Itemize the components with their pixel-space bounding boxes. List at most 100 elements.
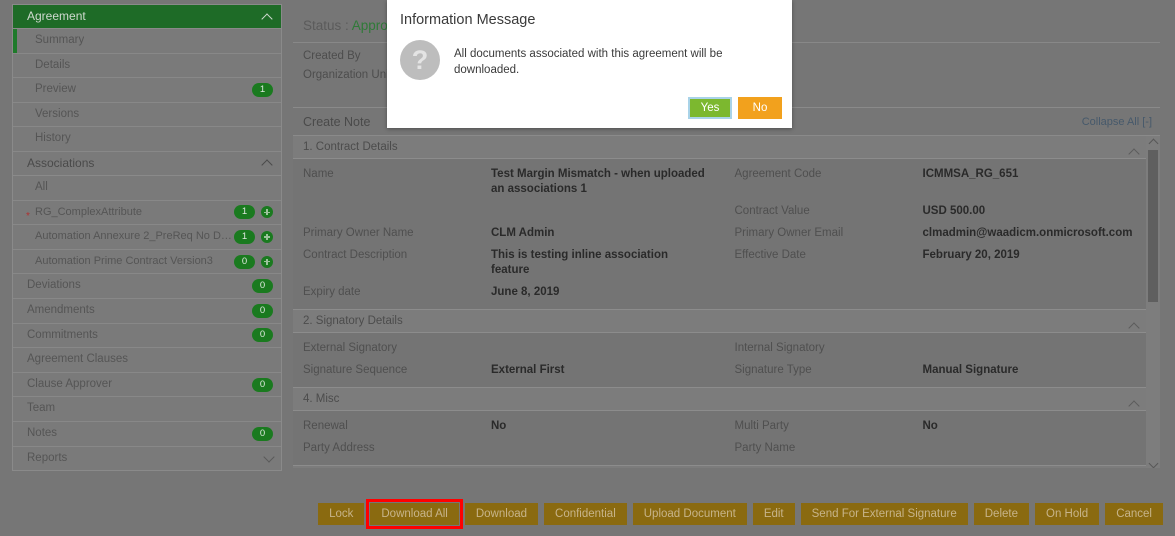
sidebar-item-rg-complexattribute[interactable]: * RG_ComplexAttribute 1 xyxy=(13,201,281,226)
collapse-all-link[interactable]: Collapse All [-] xyxy=(1082,116,1152,128)
yes-button[interactable]: Yes xyxy=(688,97,732,119)
sidebar-item-reports[interactable]: Reports xyxy=(13,447,281,471)
field-label xyxy=(735,285,923,300)
vertical-scrollbar[interactable] xyxy=(1146,136,1160,468)
sidebar-item-commitments[interactable]: Commitments 0 xyxy=(13,324,281,349)
download-button-wrap: Download xyxy=(465,503,538,525)
field-row: Renewal No Multi Party No xyxy=(293,415,1160,437)
question-mark-icon: ? xyxy=(400,40,440,80)
sidebar-item-automation-annexure-2[interactable]: Automation Annexure 2_PreReq No Doc Asse… xyxy=(13,225,281,250)
sidebar-item-details[interactable]: Details xyxy=(13,54,281,79)
chevron-down-icon xyxy=(263,452,274,463)
sidebar-item-label: Preview xyxy=(35,78,76,102)
section-body-misc: Renewal No Multi Party No Party Address … xyxy=(293,411,1160,466)
chevron-up-icon xyxy=(261,13,272,24)
field-row: Contract Value USD 500.00 xyxy=(293,200,1160,222)
add-association-icon[interactable] xyxy=(261,231,273,243)
dialog-title: Information Message xyxy=(387,0,792,28)
section-header-misc[interactable]: 4. Misc xyxy=(293,388,1160,411)
confidential-button[interactable]: Confidential xyxy=(544,503,627,525)
field-label: Internal Signatory xyxy=(735,341,923,356)
dialog-actions: Yes No xyxy=(688,97,782,119)
sidebar-item-agreement-clauses[interactable]: Agreement Clauses xyxy=(13,348,281,373)
field-label: Agreement Code xyxy=(735,167,923,197)
sidebar-item-history[interactable]: History xyxy=(13,127,281,152)
upload-document-button[interactable]: Upload Document xyxy=(633,503,747,525)
field-label: Primary Owner Email xyxy=(735,226,923,241)
field-value: USD 500.00 xyxy=(923,204,986,219)
chevron-up-icon xyxy=(1128,148,1139,159)
dialog-message: All documents associated with this agree… xyxy=(440,40,778,78)
on-hold-button[interactable]: On Hold xyxy=(1035,503,1099,525)
send-for-external-signature-button[interactable]: Send For External Signature xyxy=(801,503,968,525)
sidebar-badge-count: 0 xyxy=(252,378,273,392)
section-title: 4. Misc xyxy=(303,393,339,405)
upload-document-button-wrap: Upload Document xyxy=(633,503,747,525)
sidebar-group-agreement[interactable]: Agreement xyxy=(13,5,281,29)
sidebar-navigation: Agreement Summary Details Preview 1 Vers… xyxy=(12,4,282,471)
field-primary-owner-name: Primary Owner Name CLM Admin xyxy=(293,222,727,244)
field-multi-party: Multi Party No xyxy=(727,415,1161,437)
sidebar-item-versions[interactable]: Versions xyxy=(13,103,281,128)
field-label: Name xyxy=(303,167,491,197)
field-row: Name Test Margin Mismatch - when uploade… xyxy=(293,163,1160,200)
sidebar-badge-count: 1 xyxy=(252,83,273,97)
details-accordion: 1. Contract Details Name Test Margin Mis… xyxy=(293,136,1160,468)
on-hold-button-wrap: On Hold xyxy=(1035,503,1099,525)
sidebar-item-all[interactable]: All xyxy=(13,176,281,201)
add-association-icon[interactable] xyxy=(261,256,273,268)
section-body-contract-details: Name Test Margin Mismatch - when uploade… xyxy=(293,159,1160,310)
sidebar-item-label: Deviations xyxy=(27,274,81,298)
field-label: Multi Party xyxy=(735,419,923,434)
sidebar-item-label: Details xyxy=(35,54,70,78)
field-value: Manual Signature xyxy=(923,363,1019,378)
field-label: Renewal xyxy=(303,419,491,434)
lock-button[interactable]: Lock xyxy=(318,503,364,525)
dialog-body: ? All documents associated with this agr… xyxy=(387,28,792,80)
no-button[interactable]: No xyxy=(738,97,782,119)
sidebar-item-label: History xyxy=(35,127,71,151)
section-header-signatory-details[interactable]: 2. Signatory Details xyxy=(293,310,1160,333)
sidebar-item-label: Agreement Clauses xyxy=(27,348,128,372)
sidebar-item-summary[interactable]: Summary xyxy=(13,29,281,54)
sidebar-item-preview[interactable]: Preview 1 xyxy=(13,78,281,103)
field-row: Signature Sequence External First Signat… xyxy=(293,359,1160,381)
scroll-up-arrow-icon[interactable] xyxy=(1146,136,1160,148)
chevron-up-icon xyxy=(1128,400,1139,411)
sidebar-item-label: Versions xyxy=(35,103,79,127)
add-association-icon[interactable] xyxy=(261,206,273,218)
field-name: Name Test Margin Mismatch - when uploade… xyxy=(293,163,727,200)
field-value: No xyxy=(491,419,506,434)
field-expiry-date: Expiry date June 8, 2019 xyxy=(293,281,727,303)
field-effective-date: Effective Date February 20, 2019 xyxy=(727,244,1161,281)
sidebar-item-automation-prime-contract-version3[interactable]: Automation Prime Contract Version3 0 xyxy=(13,250,281,275)
sidebar-item-label: All xyxy=(35,176,48,200)
sidebar-badge-count: 0 xyxy=(252,279,273,293)
lock-button-wrap: Lock xyxy=(318,503,364,525)
field-row: Party Address Party Name xyxy=(293,437,1160,459)
section-header-contract-details[interactable]: 1. Contract Details xyxy=(293,136,1160,159)
cancel-button[interactable]: Cancel xyxy=(1105,503,1163,525)
sidebar-item-clause-approver[interactable]: Clause Approver 0 xyxy=(13,373,281,398)
sidebar-item-amendments[interactable]: Amendments 0 xyxy=(13,299,281,324)
sidebar-item-deviations[interactable]: Deviations 0 xyxy=(13,274,281,299)
edit-button[interactable]: Edit xyxy=(753,503,795,525)
field-label xyxy=(303,204,491,219)
sidebar-group-associations[interactable]: Associations xyxy=(13,152,281,176)
section-title: 1. Contract Details xyxy=(303,141,398,153)
delete-button[interactable]: Delete xyxy=(974,503,1029,525)
scroll-down-arrow-icon[interactable] xyxy=(1146,456,1160,468)
field-value: June 8, 2019 xyxy=(491,285,559,300)
sidebar-item-team[interactable]: Team xyxy=(13,397,281,422)
download-button[interactable]: Download xyxy=(465,503,538,525)
download-all-button[interactable]: Download All xyxy=(370,503,458,525)
section-title: 2. Signatory Details xyxy=(303,315,403,327)
field-row: Contract Description This is testing inl… xyxy=(293,244,1160,281)
chevron-up-icon xyxy=(261,160,272,171)
field-party-name: Party Name xyxy=(727,437,1161,459)
sidebar-item-notes[interactable]: Notes 0 xyxy=(13,422,281,447)
sidebar-item-label: Team xyxy=(27,397,55,421)
scrollbar-thumb[interactable] xyxy=(1148,150,1158,302)
section-header-other-details[interactable]: 5. Other Details xyxy=(293,466,1160,468)
information-message-dialog: Information Message ? All documents asso… xyxy=(387,0,792,128)
